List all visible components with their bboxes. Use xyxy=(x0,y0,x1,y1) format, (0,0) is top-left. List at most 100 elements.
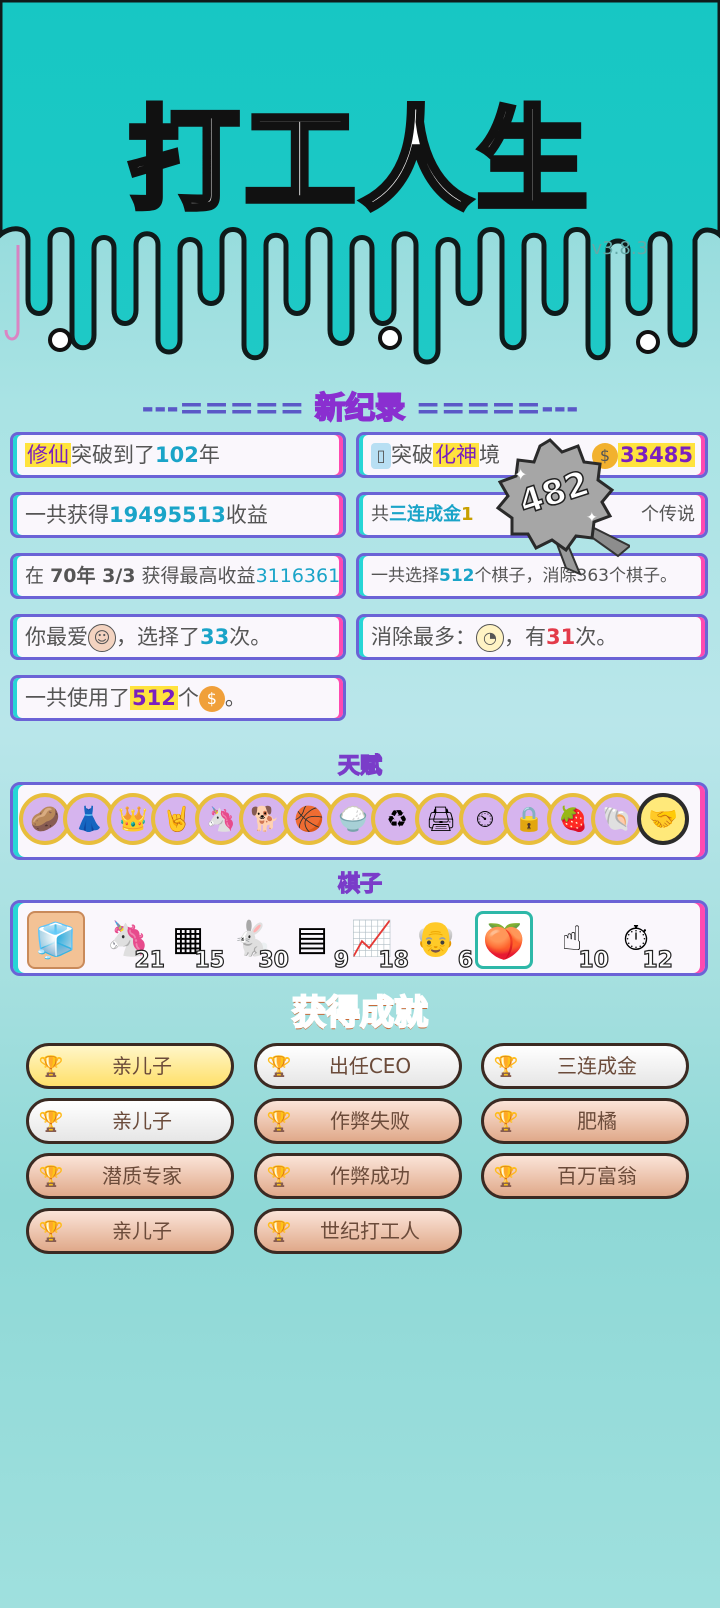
achievements-header: 获得成就 xyxy=(291,992,429,1034)
piece-gpu[interactable]: ▤ 9 xyxy=(283,911,350,974)
piece-count: 15 xyxy=(194,947,226,973)
records-header-right: =====--- xyxy=(415,391,579,426)
achievement-label: 世纪打工人 xyxy=(320,1219,420,1243)
achievement-label: 亲儿子 xyxy=(112,1109,172,1133)
record-text: 年 xyxy=(198,443,220,467)
record-highlight: 70年 3/3 xyxy=(50,565,136,587)
record-highlight: 修仙 xyxy=(25,443,71,467)
achievement-label: 作弊失败 xyxy=(330,1109,410,1133)
trophy-icon: 🏆 xyxy=(38,1054,64,1078)
piece-fridge[interactable]: 🧊 xyxy=(27,911,85,969)
record-text: 个 xyxy=(177,686,199,710)
talents-label: 天赋 xyxy=(337,753,382,779)
record-text: ，选择了 xyxy=(116,625,200,649)
achievement-badge[interactable]: 🏆 潜质专家 xyxy=(26,1153,234,1199)
record-number: 33 xyxy=(200,625,230,649)
achievement-badge[interactable]: 🏆 肥橘 xyxy=(481,1098,689,1144)
handshake-icon[interactable]: 🤝 xyxy=(637,793,689,845)
trophy-icon: 🏆 xyxy=(38,1164,64,1188)
gpu-icon: ▤ xyxy=(295,919,329,959)
record-text: 消除最多： xyxy=(371,625,476,649)
piece-rabbit[interactable]: 🐇 30 xyxy=(223,911,290,974)
trophy-icon: 🏆 xyxy=(266,1164,292,1188)
record-text: 个传说 xyxy=(641,504,695,525)
record-text: 突破 xyxy=(391,443,433,467)
fridge-icon: 🧊 xyxy=(34,921,78,961)
record-text: 一共选择 xyxy=(371,566,439,586)
pieces-label: 棋子 xyxy=(337,871,382,897)
achievement-badge[interactable]: 🏆 三连成金 xyxy=(481,1043,689,1089)
records-header-left: ---===== xyxy=(141,391,305,426)
achievement-badge[interactable]: 🏆 百万富翁 xyxy=(481,1153,689,1199)
talents-bar: 🥔 👗 👑 🤘 🦄 🐕 🏀 🍚 ♻ 🖨 ⏲ 🔒 🍓 🐚 🤝 xyxy=(10,782,708,860)
achievement-label: 潜质专家 xyxy=(102,1164,182,1188)
achievement-label: 亲儿子 xyxy=(112,1054,172,1078)
record-text: 获得最高收益 xyxy=(141,565,256,587)
achievement-label: 百万富翁 xyxy=(557,1164,637,1188)
fridge-icon: ▯ xyxy=(371,443,391,469)
trophy-icon: 🏆 xyxy=(493,1109,519,1133)
achievement-badge[interactable]: 🏆 亲儿子 xyxy=(26,1208,234,1254)
piece-unicorn[interactable]: 🦄 21 xyxy=(99,911,166,974)
app-title: 打工人生 xyxy=(126,94,592,229)
achievement-label: 三连成金 xyxy=(557,1054,637,1078)
version-label: v3.8.3 xyxy=(591,238,648,259)
piece-count: 10 xyxy=(578,947,610,973)
record-highlight: 三连成金 xyxy=(389,504,461,525)
record-number: 19495513 xyxy=(109,503,226,527)
trophy-icon: 🏆 xyxy=(493,1054,519,1078)
old-man-icon: 👴 xyxy=(414,919,458,959)
record-text: 次。 xyxy=(575,625,618,649)
trophy-icon: 🏆 xyxy=(38,1219,64,1243)
achievement-badge[interactable]: 🏆 出任CEO xyxy=(254,1043,462,1089)
achievement-label: 肥橘 xyxy=(577,1109,617,1133)
achievement-label: 出任CEO xyxy=(328,1054,412,1078)
record-card-most-eliminated: 消除最多： ◔ ，有31次。 xyxy=(356,614,708,660)
trophy-icon: 🏆 xyxy=(493,1164,519,1188)
record-text: 一共获得 xyxy=(25,503,109,527)
achievement-badge[interactable]: 🏆 作弊失败 xyxy=(254,1098,462,1144)
piece-pointer-hand[interactable]: ☝ 10 xyxy=(543,911,610,974)
record-text: 共 xyxy=(371,504,389,525)
record-card-coins-used: 一共使用了512个 $。 xyxy=(10,675,346,721)
shell-icon[interactable]: 🐚 xyxy=(591,793,643,845)
achievement-label: 亲儿子 xyxy=(112,1219,172,1243)
record-text: 收益 xyxy=(225,503,268,527)
record-number: 3116361 xyxy=(255,565,341,587)
record-text: 次。 xyxy=(229,625,272,649)
achievement-label: 作弊成功 xyxy=(330,1164,410,1188)
record-text: 一共使用了 xyxy=(25,686,130,710)
coin-icon: $ xyxy=(198,686,225,712)
pieces-bar: 🧊 🦄 21 ▦ 15 🐇 30 ▤ 9 📈 18 👴 6 🍑 ☝ 10 ⏱ 12 xyxy=(10,900,708,976)
achievement-badge[interactable]: 🏆 作弊成功 xyxy=(254,1153,462,1199)
piece-count: 18 xyxy=(378,947,410,973)
achievement-badge[interactable]: 🏆 亲儿子 xyxy=(26,1043,234,1089)
record-card-best-income: 在 70年 3/3 获得最高收益3116361 xyxy=(10,553,346,599)
record-card-cultivation: 修仙突破到了102年 xyxy=(10,432,346,478)
trophy-icon: 🏆 xyxy=(38,1109,64,1133)
records-header: ---===== 新纪录 =====--- xyxy=(0,383,720,427)
trophy-icon: 🏆 xyxy=(266,1054,292,1078)
piece-gold-bars[interactable]: ▦ 15 xyxy=(159,911,226,974)
achievement-badge[interactable]: 🏆 亲儿子 xyxy=(26,1098,234,1144)
old-man-icon: ☺ xyxy=(88,624,116,652)
svg-text:✦: ✦ xyxy=(586,510,598,526)
piece-peach[interactable]: 🍑 xyxy=(475,911,533,969)
piece-count: 12 xyxy=(642,947,674,973)
piece-old-man[interactable]: 👴 6 xyxy=(407,911,474,974)
piece-stock-chart[interactable]: 📈 18 xyxy=(343,911,410,974)
svg-text:✦: ✦ xyxy=(514,465,527,484)
record-text: 在 xyxy=(25,565,45,587)
record-number: 512 xyxy=(130,686,178,710)
piece-count: 6 xyxy=(457,947,474,973)
trophy-icon: 🏆 xyxy=(266,1219,292,1243)
piece-timer[interactable]: ⏱ 12 xyxy=(607,911,674,974)
peach-icon: 🍑 xyxy=(482,922,526,962)
egg-icon: ◔ xyxy=(476,624,504,652)
record-card-income-total: 一共获得19495513收益 xyxy=(10,492,346,538)
achievement-badge[interactable]: 🏆 世纪打工人 xyxy=(254,1208,462,1254)
record-text: 你最爱 xyxy=(25,625,88,649)
record-card-favorite: 你最爱 ☺ ，选择了33次。 xyxy=(10,614,346,660)
record-text: ，有 xyxy=(504,625,546,649)
records-header-title: 新纪录 xyxy=(314,390,406,427)
